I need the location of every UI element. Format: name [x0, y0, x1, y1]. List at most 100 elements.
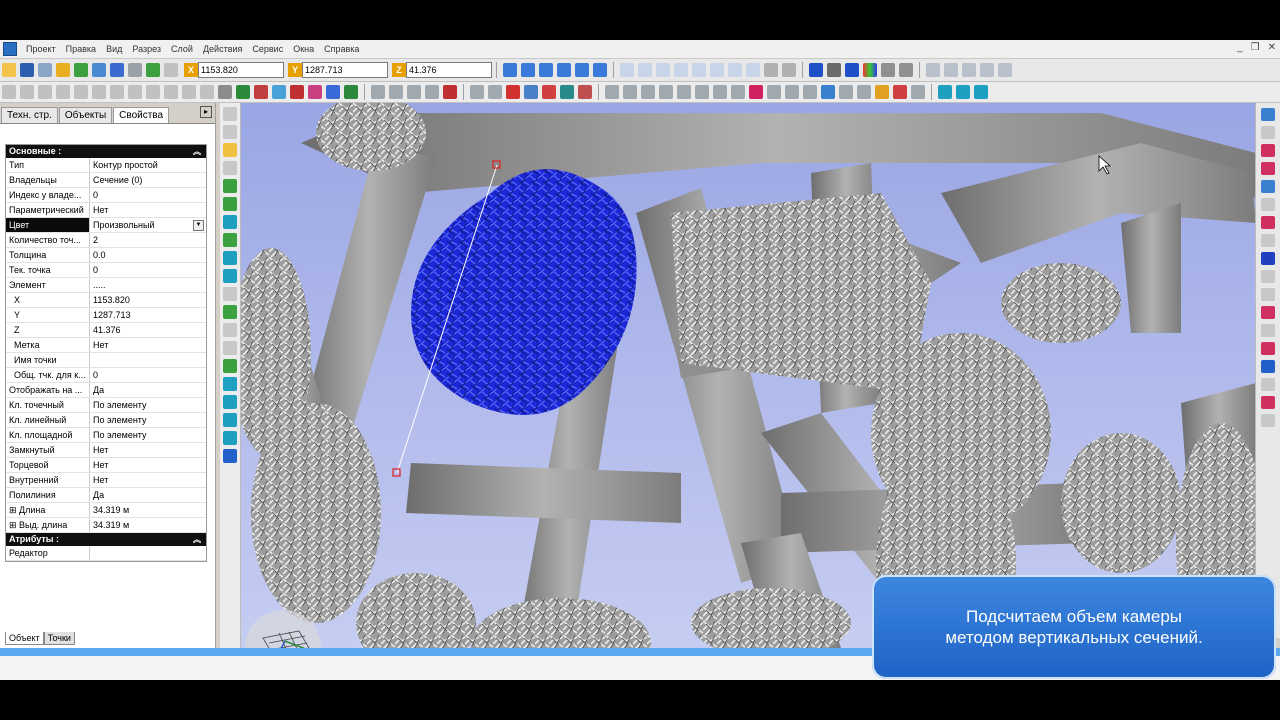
cross-section-icon[interactable]	[254, 85, 268, 99]
window-icon[interactable]	[92, 63, 106, 77]
view-back-icon[interactable]	[521, 63, 535, 77]
property-row[interactable]: Владельцы Сечение (0)	[6, 173, 206, 188]
volume-icon[interactable]	[308, 85, 322, 99]
cube-view-icon[interactable]	[223, 449, 237, 463]
snap-point-icon[interactable]	[998, 63, 1012, 77]
3d-viewport[interactable]: Y	[241, 103, 1256, 648]
property-row[interactable]: Тек. точка 0	[6, 263, 206, 278]
ungroup-icon[interactable]	[659, 85, 673, 99]
dimension-right-icon[interactable]	[1261, 234, 1275, 247]
point-tool-icon[interactable]	[746, 63, 760, 77]
move-icon[interactable]	[223, 323, 237, 337]
property-value[interactable]: Нет	[90, 443, 206, 457]
brush-icon[interactable]	[578, 85, 592, 99]
property-value[interactable]: Нет	[90, 458, 206, 472]
hide-icon[interactable]	[677, 85, 691, 99]
print-icon[interactable]	[38, 63, 52, 77]
property-row[interactable]: Параметрический Нет	[6, 203, 206, 218]
bracket-right-icon[interactable]	[1261, 306, 1275, 319]
property-value[interactable]	[90, 353, 206, 367]
arc-right-icon[interactable]	[1261, 144, 1275, 157]
move-right-icon[interactable]	[1261, 180, 1275, 193]
palette-icon[interactable]	[863, 63, 877, 77]
group-icon[interactable]	[641, 85, 655, 99]
dropdown-icon[interactable]	[164, 63, 178, 77]
menu-view[interactable]: Вид	[101, 44, 127, 54]
property-value[interactable]: 2	[90, 233, 206, 247]
collapse-icon[interactable]: ︽	[193, 533, 201, 546]
grid-tool-icon[interactable]	[881, 63, 895, 77]
add-point-icon[interactable]	[223, 179, 237, 193]
circle-select-icon[interactable]	[74, 85, 88, 99]
lambda-tool-icon[interactable]	[827, 63, 841, 77]
shape-icon[interactable]	[223, 287, 237, 301]
gear-tool-icon[interactable]	[1261, 126, 1275, 139]
undo-icon[interactable]	[110, 63, 124, 77]
open-folder-icon[interactable]	[2, 63, 16, 77]
property-row[interactable]: Тип Контур простой	[6, 158, 206, 173]
minimize-icon[interactable]: _	[1237, 42, 1243, 53]
target-icon[interactable]	[443, 85, 457, 99]
property-row[interactable]: Индекс у владе... 0	[6, 188, 206, 203]
tab-objects[interactable]: Объекты	[58, 107, 113, 123]
omega-tool-icon[interactable]	[845, 63, 859, 77]
collapse-icon[interactable]: ︽	[193, 145, 201, 158]
menu-service[interactable]: Сервис	[247, 44, 288, 54]
edit-node-icon[interactable]	[223, 161, 237, 175]
contour-icon[interactable]	[223, 251, 237, 265]
property-value[interactable]: По элементу	[90, 413, 206, 427]
offset-tool-icon[interactable]	[128, 85, 142, 99]
z-coordinate-field[interactable]	[406, 62, 492, 78]
property-value[interactable]: Нет	[90, 338, 206, 352]
tab-object[interactable]: Объект	[5, 632, 44, 645]
rectangle-tool-icon[interactable]	[638, 63, 652, 77]
clock-icon[interactable]	[146, 63, 160, 77]
view-left-icon[interactable]	[539, 63, 553, 77]
property-value[interactable]: 0	[90, 368, 206, 382]
property-value[interactable]: 1287.713	[90, 308, 206, 322]
tab-tech-structure[interactable]: Техн. стр.	[1, 107, 58, 123]
pencil-icon[interactable]	[542, 85, 556, 99]
property-row[interactable]: ⊞ Длина 34.319 м	[6, 503, 206, 518]
polygon-tool-icon[interactable]	[38, 85, 52, 99]
save-icon[interactable]	[20, 63, 34, 77]
highlight-icon[interactable]	[875, 85, 889, 99]
property-row[interactable]: Отображать на ... Да	[6, 383, 206, 398]
select-icon[interactable]	[470, 85, 484, 99]
shape-right-icon[interactable]	[1261, 252, 1275, 265]
property-row[interactable]: Количество точ... 2	[6, 233, 206, 248]
menu-windows[interactable]: Окна	[288, 44, 319, 54]
property-value[interactable]	[90, 546, 206, 560]
property-row[interactable]: Имя точки	[6, 353, 206, 368]
property-row[interactable]: Общ. тчк. для к... 0	[6, 368, 206, 383]
mirror-tool-icon[interactable]	[146, 85, 160, 99]
property-value[interactable]: 0.0	[90, 248, 206, 262]
redo-icon[interactable]	[128, 63, 142, 77]
table-tool-icon[interactable]	[764, 63, 778, 77]
property-row[interactable]: Кл. площадной По элементу	[6, 428, 206, 443]
property-row[interactable]: Торцевой Нет	[6, 458, 206, 473]
pin-icon[interactable]: ▸	[200, 106, 212, 118]
export-icon[interactable]	[911, 85, 925, 99]
property-row[interactable]: Z 41.376	[6, 323, 206, 338]
spline-tool-icon[interactable]	[692, 63, 706, 77]
lock-icon[interactable]	[713, 85, 727, 99]
property-row[interactable]: Полилиния Да	[6, 488, 206, 503]
drill-icon[interactable]	[344, 85, 358, 99]
property-value[interactable]: Нет	[90, 473, 206, 487]
property-value[interactable]: 0	[90, 188, 206, 202]
pointer-tool-icon[interactable]	[2, 85, 16, 99]
fence-icon[interactable]	[407, 85, 421, 99]
record-icon[interactable]	[749, 85, 763, 99]
property-value[interactable]: Контур простой	[90, 158, 206, 172]
text-right-icon[interactable]	[1261, 198, 1275, 211]
solid-view-icon[interactable]	[223, 395, 237, 409]
section-tool-icon[interactable]	[488, 85, 502, 99]
property-row[interactable]: X 1153.820	[6, 293, 206, 308]
property-value[interactable]: Произвольный	[90, 218, 193, 232]
table-view-icon[interactable]	[839, 85, 853, 99]
view-front-icon[interactable]	[503, 63, 517, 77]
ellipse-tool-icon[interactable]	[728, 63, 742, 77]
cut-right-icon[interactable]	[1261, 342, 1275, 355]
wave-right-icon[interactable]	[1261, 414, 1275, 427]
